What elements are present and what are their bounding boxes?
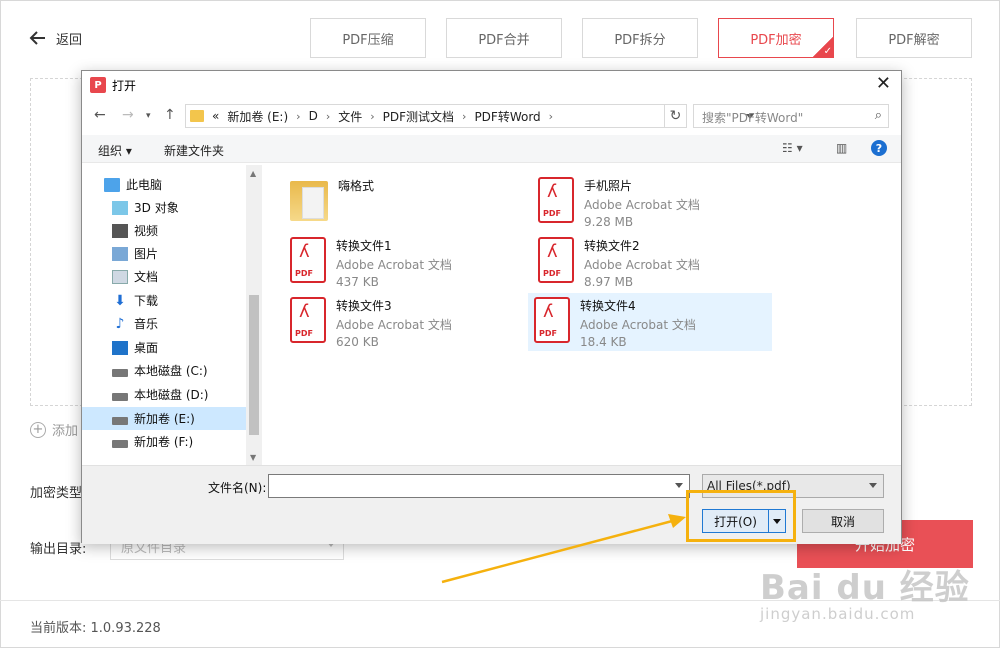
annotation-arrow-icon bbox=[441, 514, 686, 584]
